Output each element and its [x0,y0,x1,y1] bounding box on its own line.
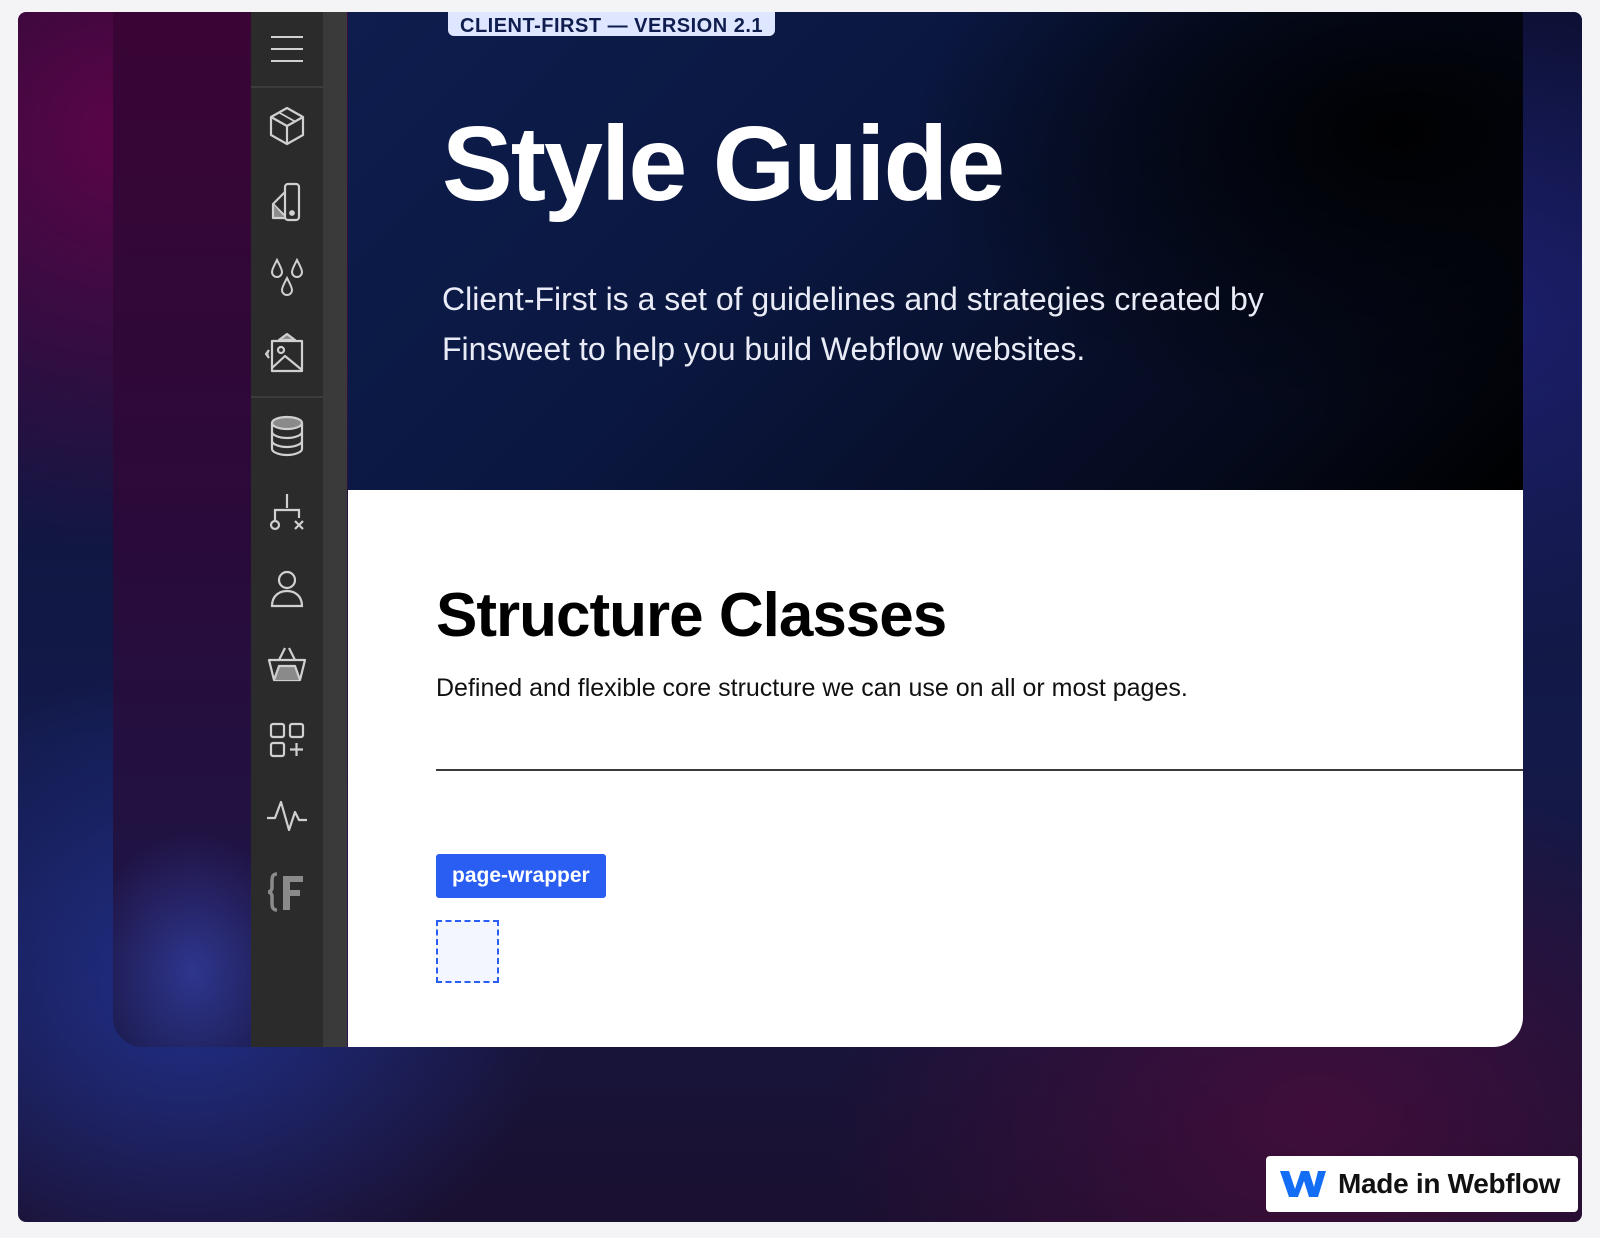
users-button[interactable] [251,550,323,626]
menu-icon [271,36,303,62]
badge-label: Made in Webflow [1338,1168,1561,1199]
image-icon [265,332,304,373]
designer-window: CLIENT-FIRST — VERSION 2.1 Style Guide C… [113,12,1523,1047]
page-wrapper-example-box[interactable] [436,920,499,983]
cube-icon [269,106,305,146]
class-name-tag[interactable]: page-wrapper [436,854,606,898]
assets-button[interactable] [251,316,323,392]
basket-icon [267,647,307,682]
section-divider [436,769,1523,771]
design-canvas[interactable]: CLIENT-FIRST — VERSION 2.1 Style Guide C… [348,12,1523,1047]
finsweet-extension-button[interactable] [251,854,323,930]
hero-description[interactable]: Client-First is a set of guidelines and … [442,274,1342,374]
finsweet-icon [267,872,303,912]
page-background: CLIENT-FIRST — VERSION 2.1 Style Guide C… [18,12,1582,1222]
left-backdrop [113,12,251,1047]
add-elements-button[interactable] [251,88,323,164]
left-toolbar [251,12,323,1047]
webflow-logo-icon [1280,1171,1326,1197]
activity-icon [267,800,307,832]
page-title[interactable]: Style Guide [442,104,1005,225]
logic-icon [269,494,304,531]
apps-icon [269,722,305,758]
audits-button[interactable] [251,778,323,854]
cms-button[interactable] [251,398,323,474]
logic-button[interactable] [251,474,323,550]
version-badge: CLIENT-FIRST — VERSION 2.1 [448,12,776,36]
ecommerce-button[interactable] [251,626,323,702]
toolbar-panel-edge [323,12,347,1047]
section-title[interactable]: Structure Classes [436,580,947,651]
drops-icon [270,257,304,296]
menu-button[interactable] [251,12,323,86]
variables-button[interactable] [251,240,323,316]
user-icon [270,570,304,608]
made-in-webflow-badge[interactable]: Made in Webflow [1266,1156,1578,1212]
section-description[interactable]: Defined and flexible core structure we c… [436,674,1188,703]
components-button[interactable] [251,164,323,240]
database-icon [270,415,304,457]
apps-button[interactable] [251,702,323,778]
swatch-icon [271,182,301,222]
hero-section[interactable]: CLIENT-FIRST — VERSION 2.1 Style Guide C… [348,12,1523,490]
